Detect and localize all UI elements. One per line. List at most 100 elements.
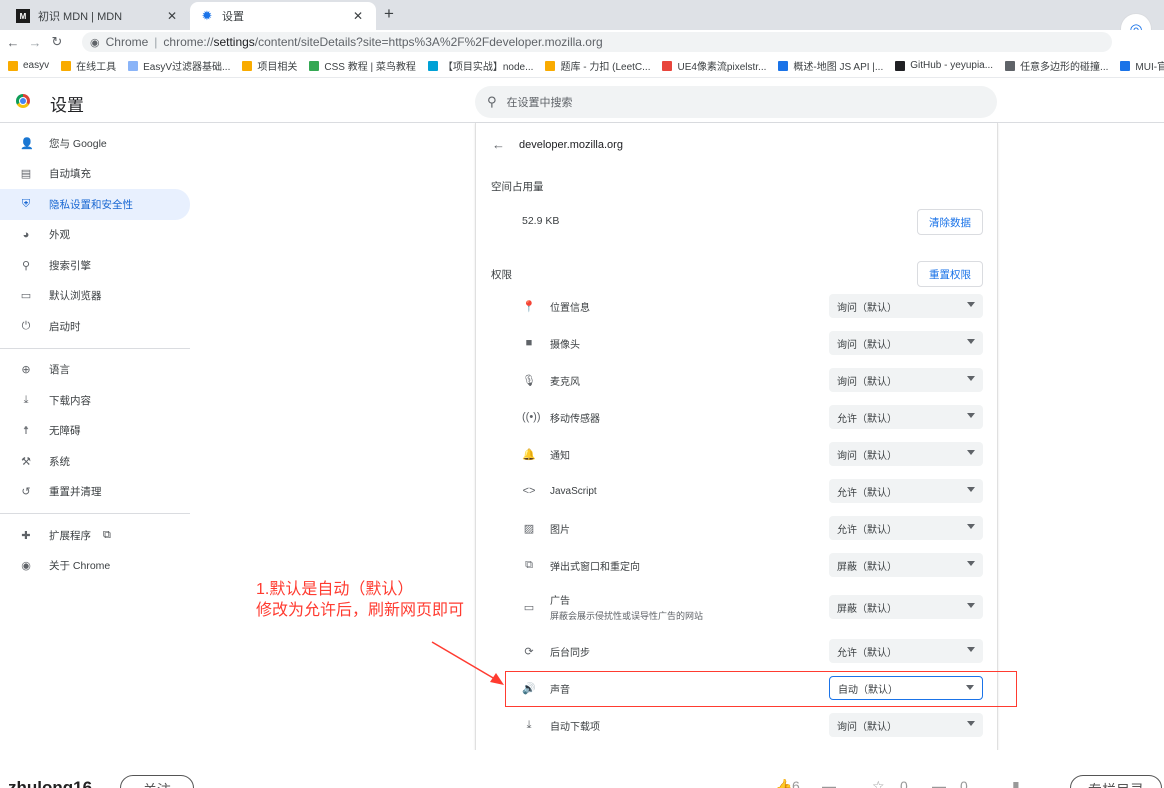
bookmark-item[interactable]: 【项目实战】node...: [427, 58, 533, 73]
bookmark-item[interactable]: 题库 - 力扣 (LeetC...: [545, 58, 650, 73]
storage-section-label: 空间占用量: [491, 181, 544, 193]
bookmark-label: 项目相关: [257, 62, 298, 73]
sidebar-item-label: 隐私设置和安全性: [49, 198, 133, 211]
palette-icon: ◕: [22, 228, 30, 241]
external-link-icon: ⧉: [525, 558, 533, 571]
download-icon: ⤓: [23, 393, 29, 406]
follow-button[interactable]: 关注: [120, 775, 194, 788]
microphone-icon: 🎙: [522, 374, 536, 387]
bookmark-item[interactable]: CSS 教程 | 菜鸟教程: [309, 58, 416, 73]
bookmark-item[interactable]: 在线工具: [61, 58, 116, 73]
sidebar-item[interactable]: ↺ 重置并清理: [0, 477, 190, 508]
sidebar-item[interactable]: ⚒ 系统: [0, 446, 190, 477]
bookmark-icon: [128, 60, 139, 71]
sidebar-item-label: 关于 Chrome: [49, 560, 111, 573]
sync-icon: ⟳: [524, 645, 534, 658]
bookmark-icon: [895, 60, 906, 71]
bookmark-icon: [545, 60, 556, 71]
bookmark-label: 在线工具: [76, 62, 117, 73]
catalog-button[interactable]: 专栏目录: [1070, 775, 1162, 788]
sidebar-item[interactable]: 👤 您与 Google: [0, 128, 190, 159]
permission-select[interactable]: 询问（默认）: [829, 442, 983, 466]
bookmark-label: 题库 - 力扣 (LeetC...: [560, 62, 651, 73]
permission-select[interactable]: 询问（默认）: [829, 713, 983, 737]
url-host: settings: [213, 35, 255, 49]
permission-select[interactable]: 允许（默认）: [829, 405, 983, 429]
annotation-line-1: 1.默认是自动（默认）: [256, 581, 414, 598]
permission-select[interactable]: 允许（默认）: [829, 639, 983, 663]
comment-icon[interactable]: ▬: [932, 778, 946, 788]
bookmark-item[interactable]: easyv: [8, 60, 49, 71]
bookmark-label: 任意多边形的碰撞...: [1020, 62, 1109, 73]
permission-select[interactable]: 询问（默认）: [829, 368, 983, 392]
chevron-down-icon: [967, 413, 975, 418]
sidebar-item[interactable]: ☨ 无障碍: [0, 416, 190, 447]
clear-data-button[interactable]: 清除数据: [917, 209, 983, 235]
sidebar-item[interactable]: ◕ 外观: [0, 220, 190, 251]
chevron-down-icon: [967, 603, 975, 608]
star-count: 0: [900, 778, 908, 788]
permission-select[interactable]: 允许（默认）: [829, 479, 983, 503]
back-arrow-icon[interactable]: ←: [492, 137, 505, 152]
bookmark-item[interactable]: 概述-地图 JS API |...: [778, 58, 883, 73]
sidebar-item[interactable]: ⛨ 隐私设置和安全性: [0, 189, 190, 220]
location-icon: 📍: [522, 300, 536, 313]
sidebar-item[interactable]: ⏻ 启动时: [0, 311, 190, 342]
like-icon[interactable]: 👍: [775, 778, 792, 788]
bookmark-item[interactable]: UE4像素流pixelstr...: [662, 58, 766, 73]
permission-name: 麦克风: [550, 376, 580, 388]
dislike-icon[interactable]: ▬: [822, 778, 836, 788]
permission-select[interactable]: 询问（默认）: [829, 331, 983, 355]
globe-icon: ⊕: [21, 364, 31, 377]
chevron-down-icon: [967, 339, 975, 344]
permission-select[interactable]: 允许（默认）: [829, 516, 983, 540]
permission-row: 🎙 麦克风 询问（默认）: [522, 362, 984, 398]
sidebar-item-label: 重置并清理: [49, 486, 102, 499]
sidebar-item[interactable]: ✚ 扩展程序 ⧉: [0, 520, 190, 551]
sidebar-item[interactable]: ⚲ 搜索引擎: [0, 250, 190, 281]
permission-select[interactable]: 询问（默认）: [829, 294, 983, 318]
new-tab-button[interactable]: +: [384, 4, 394, 24]
author-name[interactable]: zhulong16: [8, 778, 92, 788]
ad-icon: ▭: [523, 601, 535, 614]
back-icon[interactable]: ←: [4, 35, 22, 50]
sidebar-item[interactable]: ⤓ 下载内容: [0, 385, 190, 416]
download-icon: ⤓: [526, 718, 532, 731]
history-icon: ↺: [21, 486, 31, 499]
share-icon[interactable]: ▮: [1012, 778, 1020, 788]
bookmark-icon: [309, 60, 320, 71]
permission-select[interactable]: 屏蔽（默认）: [829, 595, 983, 619]
search-icon: ⚲: [487, 94, 497, 109]
close-icon[interactable]: ✕: [350, 9, 366, 23]
permission-select-value: 询问（默认）: [837, 339, 897, 351]
bookmark-icon: [427, 60, 438, 71]
bookmark-label: MUI-官方: [1135, 62, 1164, 73]
bookmark-item[interactable]: 项目相关: [242, 58, 297, 73]
permission-name: 通知: [550, 450, 570, 462]
bookmark-item[interactable]: EasyV过滤器基础...: [128, 58, 230, 73]
chevron-down-icon: [967, 561, 975, 566]
close-icon[interactable]: ✕: [164, 9, 180, 23]
settings-search-input[interactable]: ⚲ 在设置中搜索: [475, 86, 997, 118]
sidebar-item[interactable]: ▤ 自动填充: [0, 159, 190, 190]
sidebar-item[interactable]: ◉ 关于 Chrome: [0, 551, 190, 582]
reset-permissions-button[interactable]: 重置权限: [917, 261, 983, 287]
permission-select-value: 允许（默认）: [837, 413, 897, 425]
like-count: 6: [792, 778, 800, 788]
tab-mdn[interactable]: M 初识 MDN | MDN ✕: [6, 2, 190, 30]
forward-icon[interactable]: →: [26, 35, 44, 50]
comment-count: 0: [960, 778, 968, 788]
bookmark-item[interactable]: MUI-官方: [1120, 58, 1164, 73]
bookmark-item[interactable]: 任意多边形的碰撞...: [1005, 58, 1108, 73]
sidebar-item[interactable]: ⊕ 语言: [0, 355, 190, 386]
address-bar[interactable]: ◉ Chrome | chrome://settings/content/sit…: [82, 32, 1112, 52]
star-icon[interactable]: ☆: [872, 778, 885, 788]
tab-settings[interactable]: ✹ 设置 ✕: [190, 2, 376, 30]
permission-select[interactable]: 屏蔽（默认）: [829, 553, 983, 577]
sidebar-item-label: 自动填充: [49, 168, 91, 181]
sidebar-item-label: 外观: [49, 229, 70, 242]
sidebar-item[interactable]: ▭ 默认浏览器: [0, 281, 190, 312]
bookmark-icon: [1005, 60, 1016, 71]
reload-icon[interactable]: ↻: [48, 34, 66, 50]
bookmark-item[interactable]: GitHub - yeyupia...: [895, 60, 993, 71]
